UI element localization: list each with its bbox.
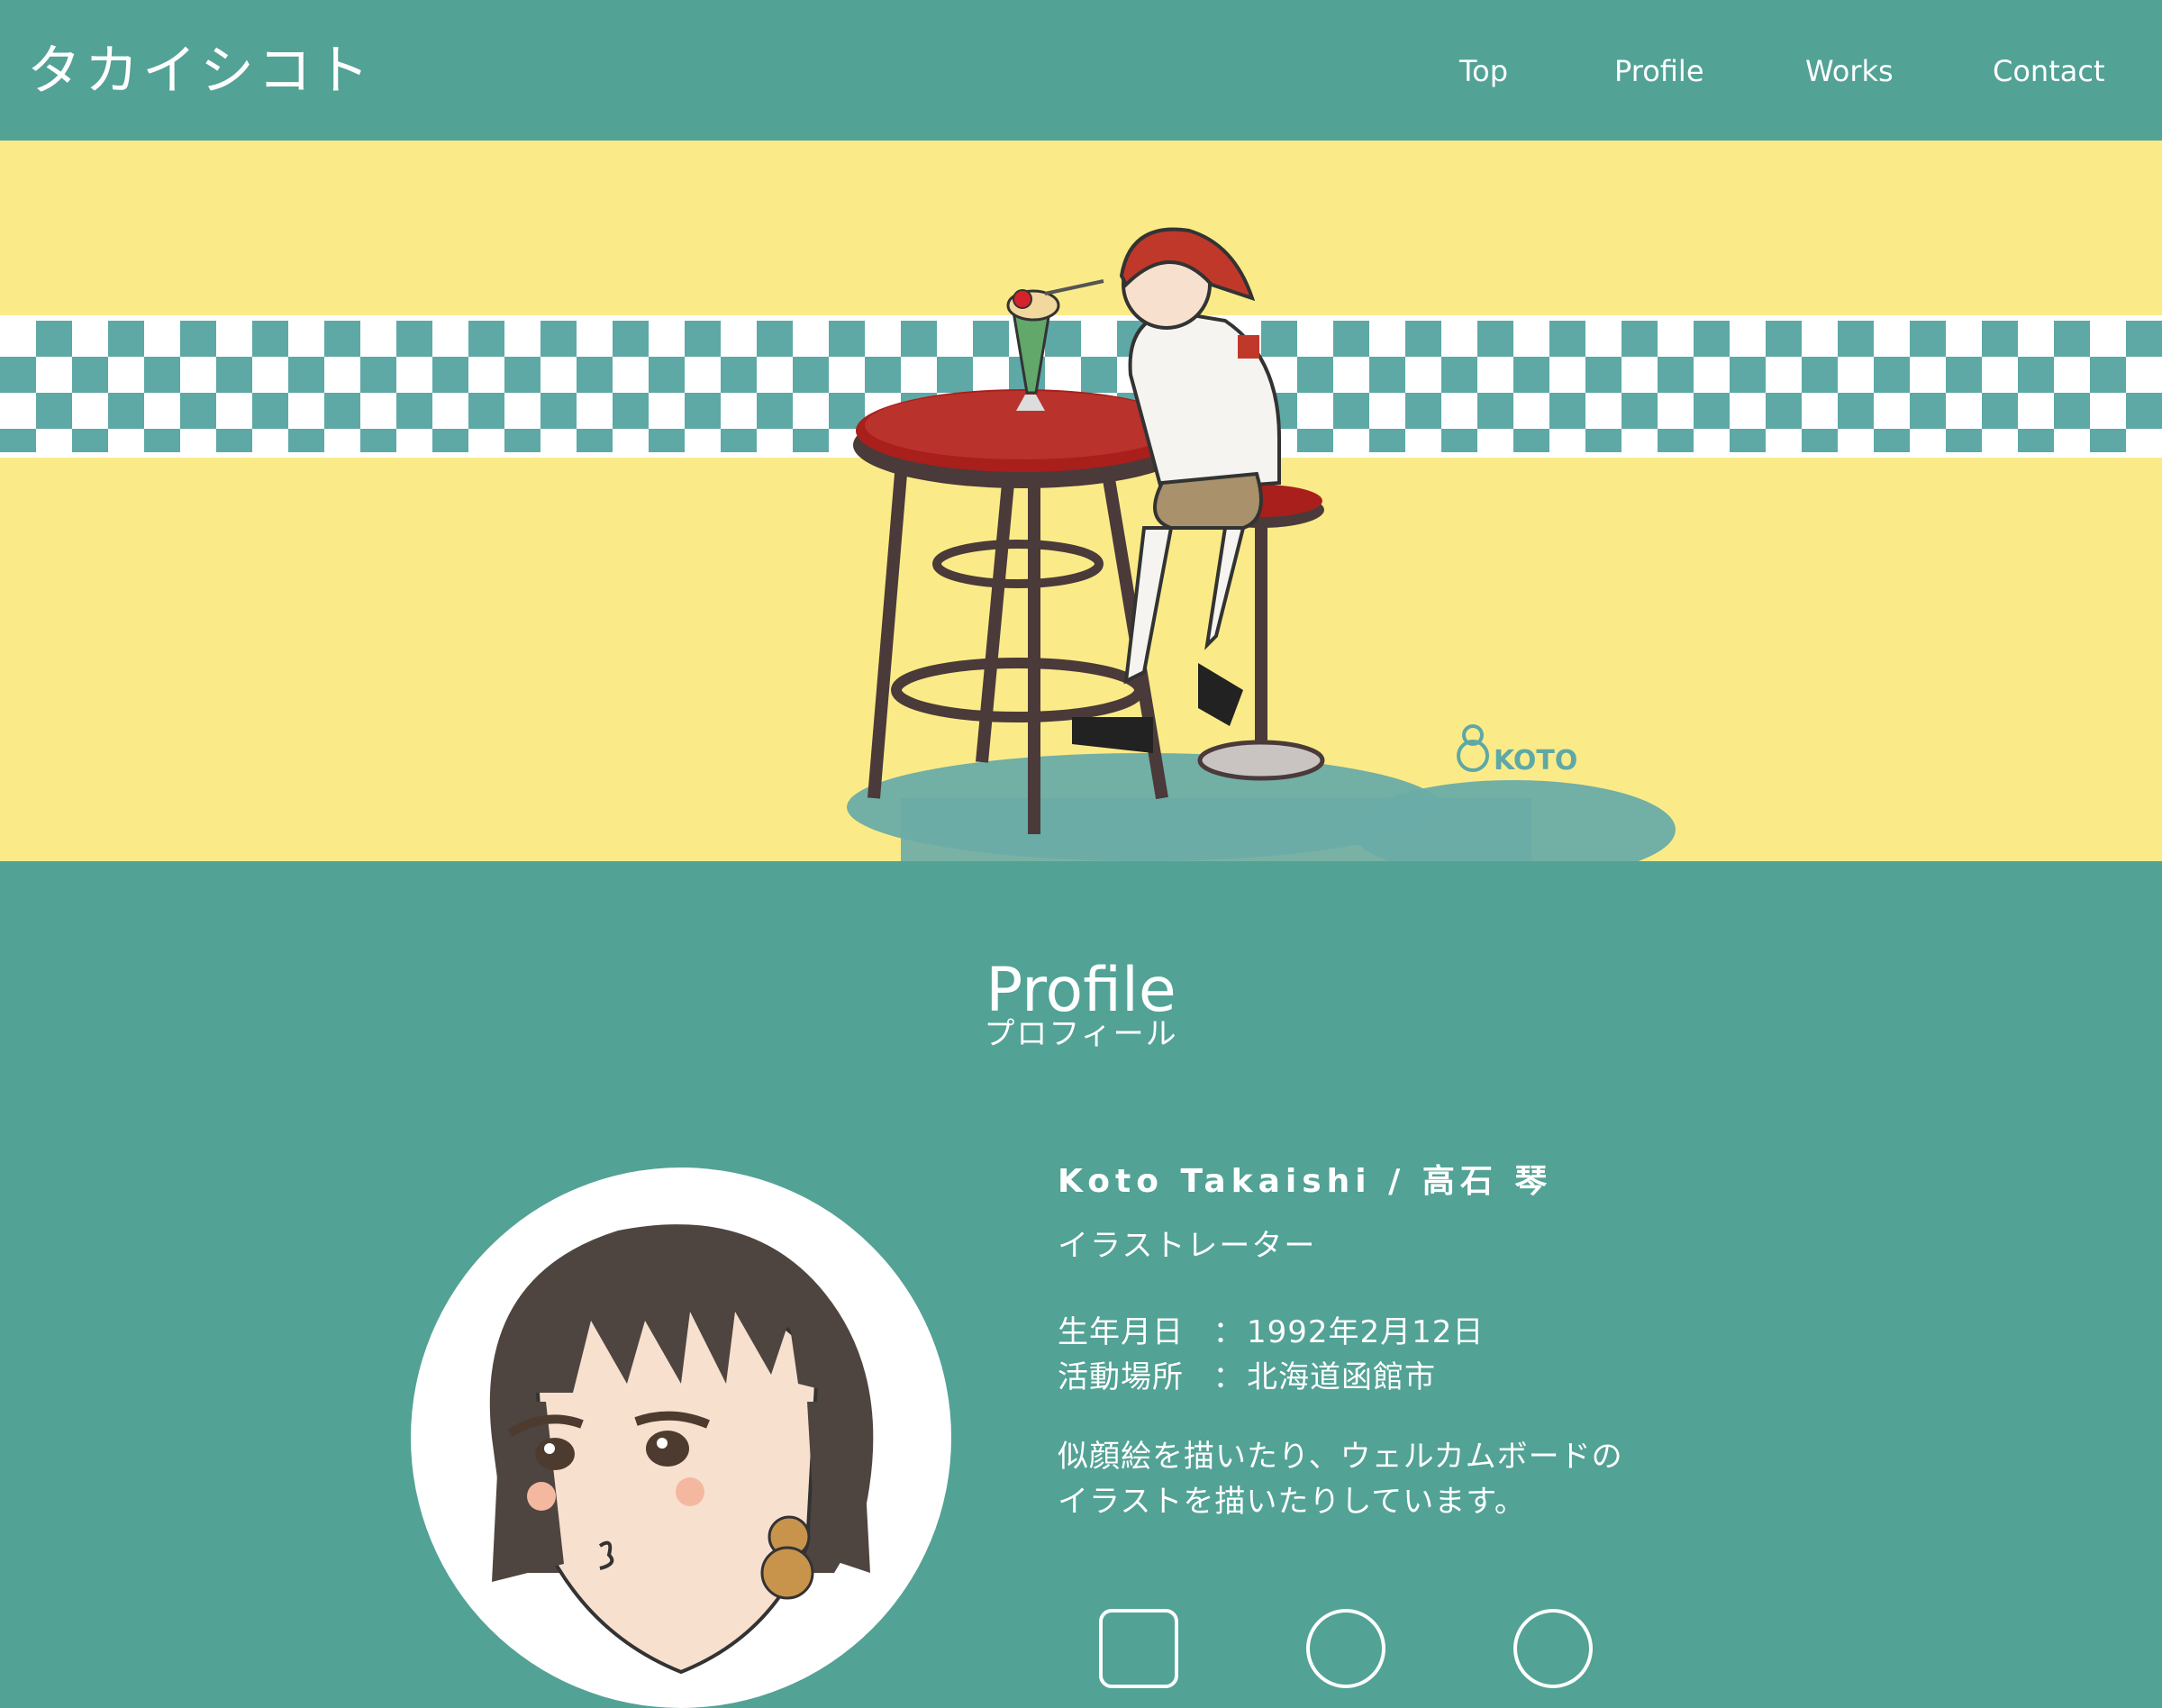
fact-value: 1992年2月12日 <box>1247 1314 1485 1350</box>
mail-icon[interactable] <box>1513 1609 1593 1688</box>
fact-value: 北海道函館市 <box>1247 1359 1436 1395</box>
profile-name: Koto Takaishi / 高石 琴 <box>1058 1163 1553 1200</box>
hero-illustration: KOTO <box>0 141 2162 861</box>
svg-text:KOTO: KOTO <box>1494 745 1577 777</box>
profile-facts: 生年月日 ：1992年2月12日 活動場所 ：北海道函館市 <box>1058 1310 1868 1400</box>
fact-label: 活動場所 <box>1058 1359 1184 1395</box>
site-header: タカイシコト Top Profile Works Contact <box>0 0 2162 141</box>
fact-separator: ： <box>1213 1359 1245 1395</box>
fact-label: 生年月日 <box>1058 1314 1184 1350</box>
profile-heading: Profile プロフィール <box>0 955 2162 1050</box>
nav-profile-link[interactable]: Profile <box>1614 54 1704 88</box>
main-nav: Top Profile Works Contact <box>0 54 2162 90</box>
profile-bio: 似顔絵を描いたり、ウェルカムボードの イラストを描いたりしています。 <box>1058 1434 1868 1524</box>
profile-heading-ja: プロフィール <box>984 1016 1178 1052</box>
fact-birthday: 生年月日 ：1992年2月12日 <box>1058 1310 1868 1355</box>
bio-line: 似顔絵を描いたり、ウェルカムボードの <box>1058 1439 1623 1475</box>
nav-works-link[interactable]: Works <box>1805 54 1894 88</box>
bio-line: イラストを描いたりしています。 <box>1058 1484 1526 1520</box>
avatar-illustration <box>489 1224 874 1675</box>
artist-signature: KOTO <box>1457 724 1577 777</box>
profile-info: Koto Takaishi / 高石 琴 イラストレーター 生年月日 ：1992年… <box>1058 1157 1868 1524</box>
fact-separator: ： <box>1213 1314 1245 1350</box>
twitter-icon[interactable] <box>1306 1609 1385 1688</box>
nav-contact-link[interactable]: Contact <box>1993 54 2105 88</box>
instagram-icon[interactable] <box>1099 1609 1178 1688</box>
profile-job: イラストレーター <box>1058 1228 1317 1264</box>
hero-artwork: KOTO <box>0 227 2162 861</box>
fact-location: 活動場所 ：北海道函館市 <box>1058 1355 1868 1400</box>
profile-avatar <box>411 1167 951 1708</box>
nav-top-link[interactable]: Top <box>1459 54 1508 88</box>
